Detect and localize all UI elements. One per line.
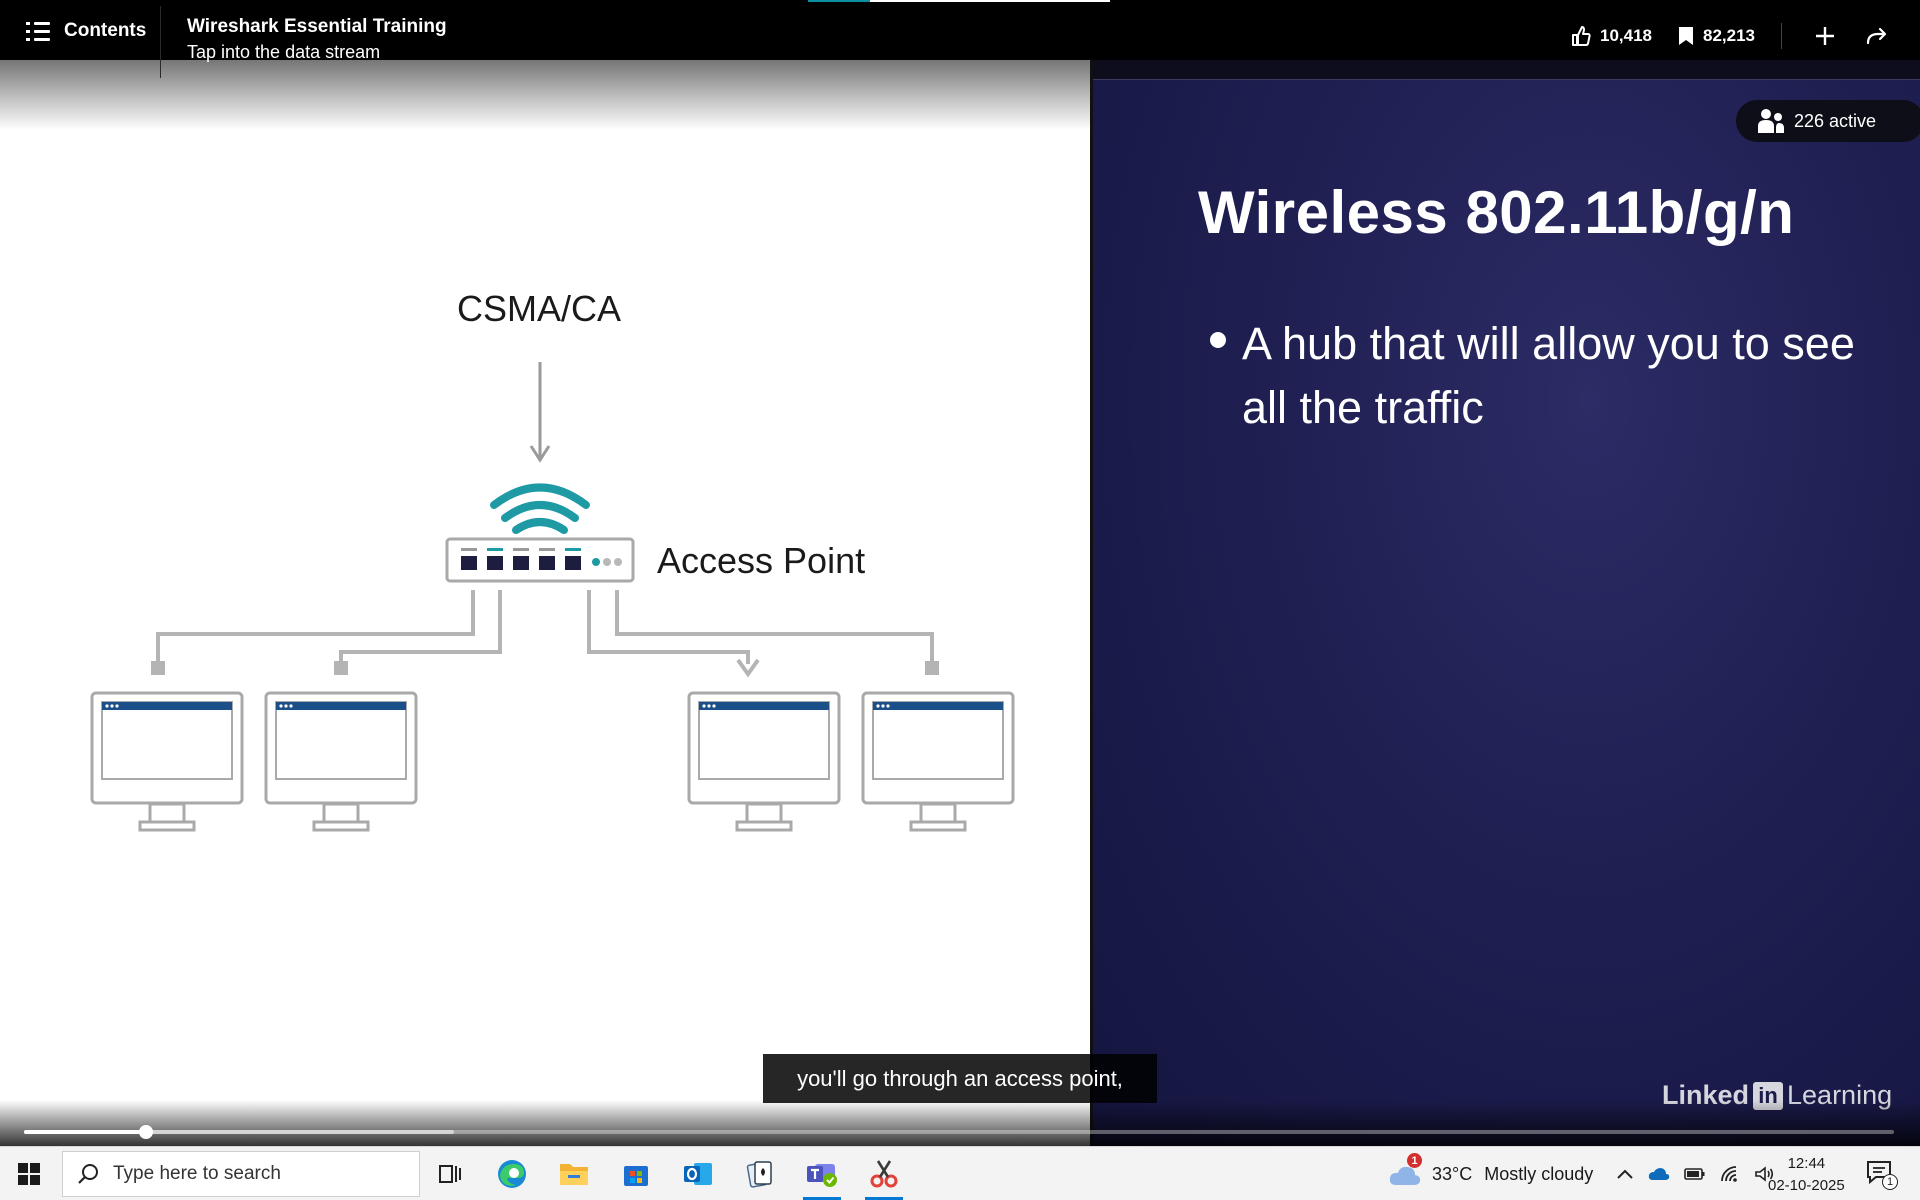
cards-icon [746, 1161, 772, 1188]
taskbar-app-solitaire[interactable] [737, 1153, 783, 1195]
notification-center-button[interactable]: 1 [1866, 1147, 1898, 1200]
course-subtitle: Tap into the data stream [187, 42, 381, 62]
taskbar-app-store[interactable] [613, 1153, 659, 1195]
video-caption: you'll go through an access point, [763, 1054, 1157, 1103]
slide-title: Wireless 802.11b/g/n [1198, 179, 1795, 246]
computer-icon [687, 691, 841, 832]
computer-icon [264, 691, 418, 832]
scissors-icon [870, 1160, 898, 1188]
windows-taskbar: Type here to search 1 33°C Mostly cloudy… [0, 1146, 1920, 1200]
active-viewers-count: 226 active [1794, 110, 1877, 131]
header-separator [1781, 23, 1782, 49]
edge-icon [498, 1160, 526, 1188]
contents-label: Contents [64, 20, 147, 41]
outlook-icon [684, 1163, 712, 1185]
search-placeholder: Type here to search [113, 1163, 281, 1184]
played-bar [24, 1130, 146, 1134]
weather-temperature: 33°C [1432, 1163, 1473, 1184]
like-count: 10,418 [1600, 26, 1652, 45]
add-button[interactable] [1812, 23, 1838, 49]
video-progress-bar[interactable] [24, 1125, 1894, 1139]
clock-time: 12:44 [1787, 1155, 1826, 1172]
diagram-panel: CSMA/CA Access Point [0, 0, 1092, 1146]
bookmark-icon [1679, 27, 1693, 45]
save-button[interactable]: 82,213 [1678, 26, 1755, 46]
computer-icon [861, 691, 1015, 832]
network-diagram [90, 362, 1015, 832]
scrub-handle[interactable] [138, 1125, 153, 1139]
windows-start-button[interactable] [18, 1163, 40, 1185]
task-view-icon [439, 1165, 461, 1183]
taskbar-app-edge[interactable] [489, 1153, 535, 1195]
search-icon [78, 1164, 98, 1184]
weather-alert-badge: 1 [1407, 1153, 1422, 1168]
notification-count: 1 [1882, 1174, 1898, 1190]
save-count: 82,213 [1703, 26, 1755, 45]
onedrive-icon[interactable] [1648, 1167, 1670, 1181]
course-progress [808, 0, 1110, 2]
taskbar-clock[interactable]: 12:44 02-10-2025 [1768, 1153, 1845, 1197]
thumbs-up-icon [1572, 26, 1591, 46]
slide-panel [1092, 0, 1920, 1146]
taskbar-app-outlook[interactable] [675, 1153, 721, 1195]
slide-bullet: A hub that will allow you to see all the… [1242, 318, 1855, 433]
list-icon [26, 20, 50, 42]
course-title: Wireshark Essential Training [187, 16, 447, 37]
contents-button[interactable]: Contents [26, 20, 146, 42]
wifi-icon [490, 483, 590, 534]
cloud-icon: 1 [1388, 1153, 1422, 1189]
like-button[interactable]: 10,418 [1571, 25, 1652, 47]
taskbar-app-file-explorer[interactable] [551, 1153, 597, 1195]
taskbar-app-teams[interactable] [799, 1153, 845, 1200]
task-view-button[interactable] [427, 1153, 473, 1195]
people-icon [1758, 109, 1784, 133]
store-icon [624, 1166, 648, 1186]
bottom-gradient [0, 1100, 1920, 1146]
weather-description: Mostly cloudy [1484, 1163, 1594, 1184]
access-point-label: Access Point [657, 540, 866, 581]
teams-icon [807, 1164, 837, 1187]
wifi-icon[interactable] [1720, 1165, 1740, 1183]
taskbar-search-box[interactable]: Type here to search [62, 1151, 420, 1197]
folder-icon [560, 1164, 588, 1185]
computer-icon [90, 691, 244, 832]
header-divider [160, 6, 161, 78]
taskbar-app-snipping-tool[interactable] [861, 1153, 907, 1200]
plus-icon [1816, 27, 1834, 45]
access-point-device [445, 537, 635, 583]
weather-widget[interactable]: 1 33°C Mostly cloudy [1388, 1147, 1593, 1200]
share-button[interactable] [1864, 23, 1890, 49]
share-icon [1866, 27, 1887, 45]
battery-icon[interactable] [1684, 1167, 1706, 1181]
system-tray [1616, 1147, 1774, 1200]
csma-ca-label: CSMA/CA [457, 288, 622, 329]
course-header: Contents Wireshark Essential Training Ta… [0, 0, 1920, 78]
chevron-up-icon[interactable] [1616, 1168, 1634, 1180]
active-viewers-badge[interactable]: 226 active [1736, 100, 1920, 142]
video-player[interactable]: CSMA/CA Access Point Wireless 802.11b/g/… [0, 0, 1920, 1146]
bullet-icon [1210, 332, 1226, 348]
panel-divider [1090, 0, 1093, 1146]
clock-date: 02-10-2025 [1768, 1177, 1845, 1194]
